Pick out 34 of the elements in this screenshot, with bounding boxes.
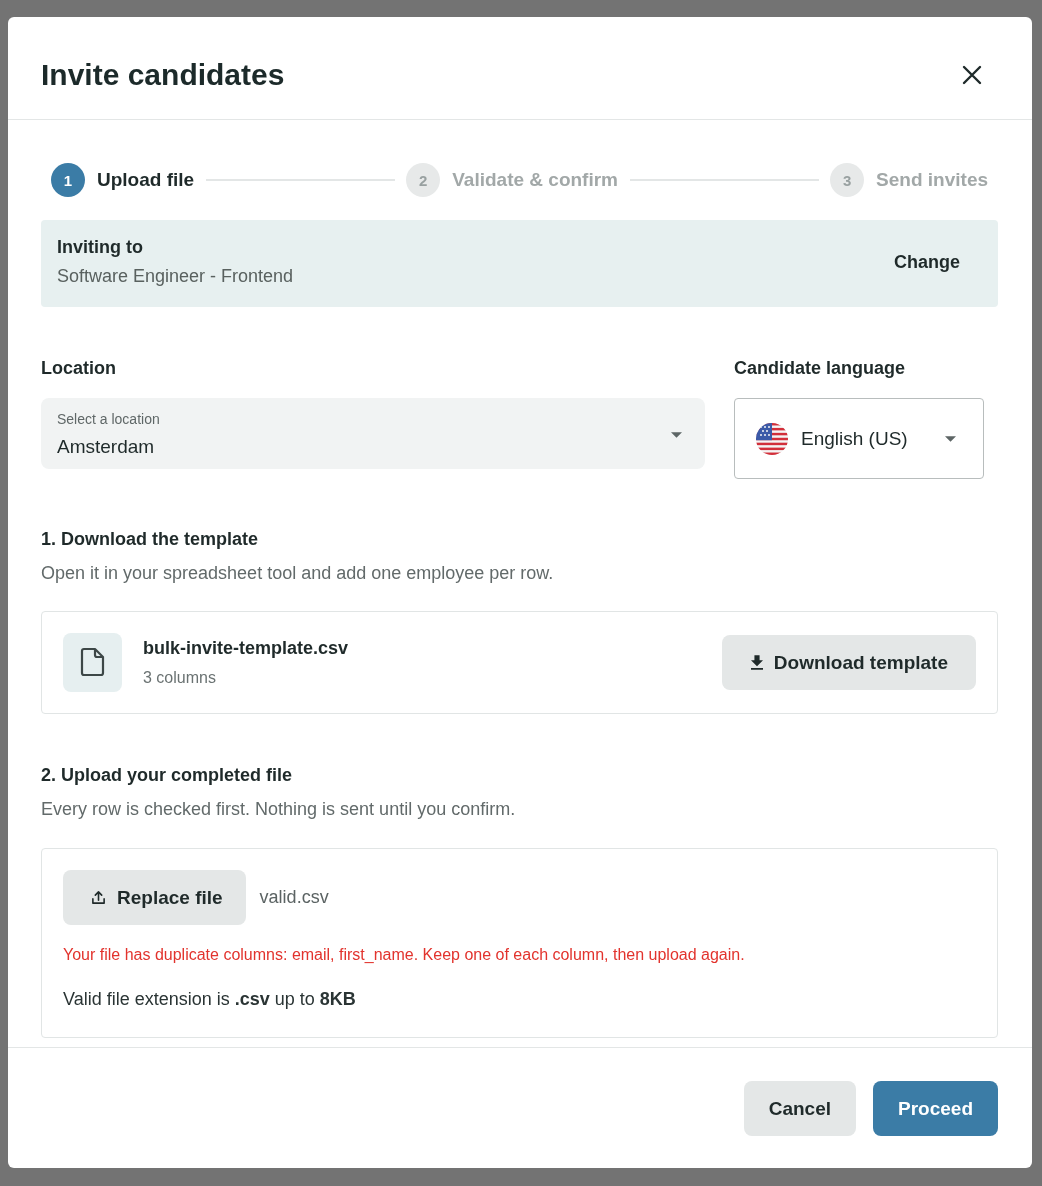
file-name: bulk-invite-template.csv [143,637,350,660]
caret-icon [671,431,682,438]
change-button[interactable]: Change [894,251,960,273]
step-number: 2 [406,163,441,197]
step-number: 1 [51,163,85,197]
banner-label: Inviting to [57,236,144,259]
flag-icon [756,422,788,455]
replace-file-button[interactable]: Replace file [63,870,246,925]
selected-file-name: valid.csv [259,887,329,908]
download-icon [750,655,763,670]
error-message: Your file has duplicate columns: email, first_name. Keep one of each column, then upload again. [63,945,746,965]
job-title: Software Engineer - Frontend [57,265,294,288]
step-label: Validate & confirm [452,168,618,192]
step-label: Upload file [97,168,195,192]
upload-icon [91,890,106,905]
close-icon [962,65,982,85]
section-heading: 1. Download the template [41,528,260,551]
section-description: Every row is checked first. Nothing is sent until you confirm. [41,798,517,821]
field-label: Candidate language [734,357,907,379]
download-button[interactable]: Download template [721,635,976,690]
field-label: Location [41,357,117,379]
location-select[interactable]: Select a location Amsterdam [41,398,705,469]
step-number: 3 [830,163,865,197]
step-label: Send invites [876,168,988,192]
file-meta: 3 columns [143,668,217,688]
caret-icon [945,435,956,442]
language-select[interactable]: English (US) [734,398,984,479]
cancel-button[interactable]: Cancel [743,1081,856,1136]
file-requirements: Valid file extension is .csv up to 8KB [63,988,357,1011]
section-heading: 2. Upload your completed file [41,764,294,787]
file-icon [63,633,122,692]
dialog-title: Invite candidates [41,57,285,93]
proceed-button[interactable]: Proceed [873,1081,998,1136]
section-description: Open it in your spreadsheet tool and add one employee per row. [41,562,555,585]
